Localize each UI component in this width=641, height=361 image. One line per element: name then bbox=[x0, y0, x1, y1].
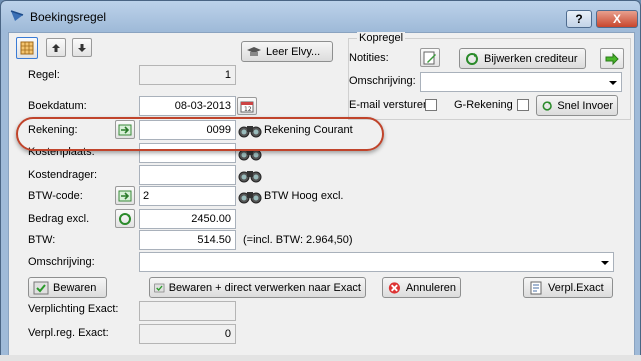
btw-label: BTW: bbox=[28, 234, 56, 246]
dialog-body: Leer Elvy... Regel: 1 Boekdatum: 08-03-2… bbox=[8, 32, 635, 356]
omschrijving-label: Omschrijving: bbox=[28, 256, 95, 268]
btw-incl-note: (=incl. BTW: 2.964,50) bbox=[243, 234, 353, 246]
app-icon bbox=[10, 10, 24, 21]
verpl-exact-label: Verpl.Exact bbox=[548, 281, 604, 294]
verplichting-label: Verplichting Exact: bbox=[28, 303, 119, 315]
graduation-icon bbox=[247, 46, 261, 56]
bijwerken-crediteur-label: Bijwerken crediteur bbox=[484, 52, 578, 65]
bijwerken-crediteur-button[interactable]: Bijwerken crediteur bbox=[459, 48, 586, 69]
grekening-checkbox[interactable] bbox=[517, 99, 529, 111]
omschrijving-combo[interactable] bbox=[139, 252, 614, 272]
kopregel-group: Kopregel Notities: Bijwerken crediteur O… bbox=[348, 32, 631, 120]
verplichting-value bbox=[139, 301, 236, 321]
edit-notes-icon[interactable] bbox=[420, 48, 440, 67]
goto-btwcode-icon[interactable] bbox=[115, 186, 135, 205]
document-icon bbox=[530, 281, 542, 294]
kop-omschrijving-combo[interactable] bbox=[420, 72, 622, 92]
grekening-label: G-Rekening bbox=[454, 99, 513, 111]
chevron-down-icon bbox=[601, 261, 609, 265]
btwcode-label: BTW-code: bbox=[28, 190, 83, 202]
bewaren-direct-button[interactable]: Bewaren + direct verwerken naar Exact bbox=[149, 277, 366, 298]
binoculars-icon[interactable] bbox=[238, 166, 262, 184]
btwcode-description: BTW Hoog excl. bbox=[264, 190, 344, 202]
leer-elvy-button[interactable]: Leer Elvy... bbox=[241, 41, 333, 62]
recalc-icon[interactable] bbox=[115, 209, 135, 228]
notities-label: Notities: bbox=[349, 52, 389, 64]
boekdatum-input[interactable]: 08-03-2013 bbox=[139, 96, 236, 116]
bewaren-label: Bewaren bbox=[53, 281, 97, 294]
snel-invoer-button[interactable]: Snel Invoer bbox=[536, 95, 618, 116]
down-arrow-icon[interactable] bbox=[72, 38, 92, 57]
email-label: E-mail versturen bbox=[349, 99, 430, 111]
verpl-exact-button[interactable]: Verpl.Exact bbox=[523, 277, 613, 298]
kostendrager-label: Kostendrager: bbox=[28, 169, 98, 181]
bewaren-button[interactable]: Bewaren bbox=[28, 277, 107, 298]
boekdatum-label: Boekdatum: bbox=[28, 100, 87, 112]
svg-text:12: 12 bbox=[244, 106, 252, 113]
bedrag-input[interactable]: 2450.00 bbox=[139, 209, 236, 229]
btw-input[interactable]: 514.50 bbox=[139, 230, 236, 250]
save-check-icon bbox=[154, 283, 165, 292]
kop-omschrijving-label: Omschrijving: bbox=[349, 75, 416, 87]
rekening-highlight-outline bbox=[16, 117, 384, 151]
title-bar: Boekingsregel ? X bbox=[1, 1, 640, 31]
kopregel-legend: Kopregel bbox=[357, 32, 406, 44]
annuleren-label: Annuleren bbox=[405, 281, 456, 294]
regel-label: Regel: bbox=[28, 69, 60, 81]
forward-arrow-icon[interactable] bbox=[600, 48, 624, 69]
snel-invoer-label: Snel Invoer bbox=[557, 99, 613, 112]
dialog-window: Boekingsregel ? X Leer Elvy... Regel: 1 … bbox=[0, 0, 641, 361]
kostendrager-input[interactable] bbox=[139, 165, 236, 185]
window-title: Boekingsregel bbox=[30, 10, 107, 24]
cancel-icon bbox=[388, 281, 400, 294]
grid-view-icon[interactable] bbox=[16, 37, 38, 59]
regel-value: 1 bbox=[139, 65, 236, 85]
up-arrow-icon[interactable] bbox=[46, 38, 66, 57]
calendar-icon[interactable]: 12 bbox=[237, 97, 257, 115]
verplreg-value: 0 bbox=[139, 324, 236, 344]
close-button[interactable]: X bbox=[596, 10, 638, 28]
annuleren-button[interactable]: Annuleren bbox=[382, 277, 461, 298]
refresh-icon bbox=[542, 100, 552, 111]
refresh-icon bbox=[466, 52, 478, 65]
bedrag-label: Bedrag excl. bbox=[28, 213, 90, 225]
email-checkbox[interactable] bbox=[425, 99, 437, 111]
taskbar-strip bbox=[0, 355, 641, 361]
leer-elvy-label: Leer Elvy... bbox=[266, 45, 321, 58]
help-button[interactable]: ? bbox=[566, 10, 592, 28]
bewaren-direct-label: Bewaren + direct verwerken naar Exact bbox=[168, 281, 361, 294]
binoculars-icon[interactable] bbox=[238, 187, 262, 205]
btwcode-input[interactable]: 2 bbox=[139, 186, 236, 206]
chevron-down-icon bbox=[609, 81, 617, 85]
save-check-icon bbox=[33, 281, 49, 294]
verplreg-label: Verpl.reg. Exact: bbox=[28, 327, 109, 339]
